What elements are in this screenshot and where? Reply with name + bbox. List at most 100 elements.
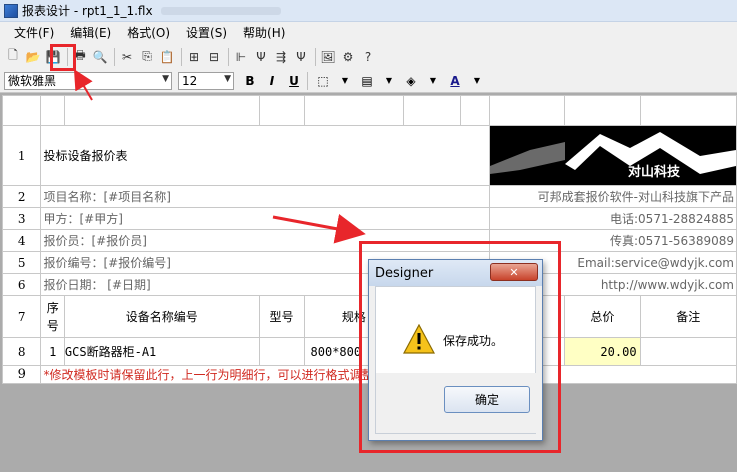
copy-icon[interactable]: ⎘	[138, 48, 156, 66]
row-number[interactable]: 4	[1, 229, 42, 252]
app-window: 报表设计 - rpt1_1_1.flx 文件(F) 编辑(E) 格式(O) 设置…	[0, 0, 737, 472]
row-number[interactable]: 8	[1, 337, 42, 366]
delete-col-icon[interactable]: Ψ	[252, 48, 270, 66]
dialog-message: 保存成功。	[443, 334, 504, 348]
font-name-value: 微软雅黑	[8, 74, 57, 88]
ok-button[interactable]: 确定	[444, 386, 530, 413]
column-header[interactable]	[63, 95, 260, 126]
column-header[interactable]	[564, 95, 641, 126]
column-header[interactable]	[639, 95, 737, 126]
chevron-down-icon[interactable]: ▼	[423, 72, 443, 90]
toolbar-separator	[228, 47, 229, 66]
border-icon[interactable]: ⬚	[313, 72, 333, 90]
split-icon[interactable]: Ψ	[292, 48, 310, 66]
paste-icon[interactable]: 📋	[158, 48, 176, 66]
row-number[interactable]: 7	[1, 295, 42, 338]
blurred-title-suffix	[160, 6, 281, 15]
column-header[interactable]	[258, 95, 305, 126]
menu-edit[interactable]: 编辑(E)	[62, 22, 119, 44]
format-toolbar: 微软雅黑 ▼ 12 ▼ B I U ⬚ ▼ ▤ ▼ ◈ ▼ A ▼	[0, 69, 737, 93]
table-row: 1 投标设备报价表 对山科技	[1, 125, 737, 186]
column-header[interactable]	[303, 95, 405, 126]
merge-icon[interactable]: ⇶	[272, 48, 290, 66]
header-seq[interactable]: 序号	[40, 295, 65, 338]
header-name[interactable]: 设备名称编号	[63, 295, 260, 338]
dialog-title: Designer	[375, 265, 434, 281]
menu-bar: 文件(F) 编辑(E) 格式(O) 设置(S) 帮助(H)	[0, 22, 737, 44]
chevron-down-icon[interactable]: ▼	[379, 72, 399, 90]
logo-text: 对山科技	[628, 164, 681, 180]
header-total[interactable]: 总价	[564, 295, 641, 338]
dialog-footer: 确定	[376, 373, 537, 433]
open-icon[interactable]: 📂	[24, 48, 42, 66]
row-number[interactable]: 5	[1, 251, 42, 274]
bold-button[interactable]: B	[240, 72, 260, 90]
report-title[interactable]: 投标设备报价表	[40, 125, 490, 186]
grid-corner	[1, 95, 42, 126]
row-number[interactable]: 1	[1, 125, 42, 186]
field-party-a[interactable]: 甲方：[#甲方]	[40, 207, 490, 230]
new-icon[interactable]: 🗋	[4, 48, 22, 66]
print-preview-icon[interactable]: 🔍	[91, 48, 109, 66]
font-size-value: 12	[182, 73, 198, 88]
cell-seq[interactable]: 1	[40, 337, 65, 366]
window-title: 报表设计 - rpt1_1_1.flx	[22, 4, 153, 18]
dialog-title-bar: Designer ✕	[369, 260, 542, 286]
underline-button[interactable]: U	[284, 72, 304, 90]
chevron-down-icon[interactable]: ▼	[335, 72, 355, 90]
fill-color-icon[interactable]: ◈	[401, 72, 421, 90]
help-icon[interactable]: ?	[359, 48, 377, 66]
font-name-select[interactable]: 微软雅黑 ▼	[4, 71, 172, 90]
chevron-down-icon: ▼	[224, 73, 231, 84]
app-icon	[4, 3, 18, 18]
toolbar-separator	[307, 71, 308, 90]
company-logo[interactable]: 对山科技	[488, 125, 737, 186]
column-header[interactable]	[40, 95, 65, 126]
mountain-logo-icon: 对山科技	[490, 126, 736, 182]
warning-icon	[403, 324, 435, 354]
image-icon[interactable]: 🖼	[319, 48, 337, 66]
chevron-down-icon: ▼	[162, 73, 169, 84]
row-number[interactable]: 6	[1, 273, 42, 296]
header-model[interactable]: 型号	[258, 295, 305, 338]
menu-help[interactable]: 帮助(H)	[235, 22, 293, 44]
font-color-icon[interactable]: A	[445, 72, 465, 90]
column-header[interactable]	[460, 95, 490, 126]
toolbar-separator	[114, 47, 115, 66]
properties-icon[interactable]: ⚙	[339, 48, 357, 66]
menu-settings[interactable]: 设置(S)	[178, 22, 235, 44]
cell-total[interactable]: 20.00	[564, 337, 641, 366]
chevron-down-icon[interactable]: ▼	[467, 72, 487, 90]
table-row: 2 项目名称：[#项目名称] 可邦成套报价软件-对山科技旗下产品	[1, 185, 737, 208]
menu-file[interactable]: 文件(F)	[6, 22, 62, 44]
save-highlight-box	[50, 44, 76, 71]
column-header-row	[1, 95, 737, 126]
row-number[interactable]: 3	[1, 207, 42, 230]
message-dialog: Designer ✕ 保存成功。 确定	[368, 259, 543, 441]
table-row: 3 甲方：[#甲方] 电话:0571-28824885	[1, 207, 737, 230]
toolbar-separator	[181, 47, 182, 66]
toolbar-separator	[315, 47, 316, 66]
header-note[interactable]: 备注	[639, 295, 737, 338]
menu-format[interactable]: 格式(O)	[119, 22, 178, 44]
cut-icon[interactable]: ✂	[118, 48, 136, 66]
contact-product[interactable]: 可邦成套报价软件-对山科技旗下产品	[488, 185, 737, 208]
cell-note[interactable]	[639, 337, 737, 366]
column-header[interactable]	[488, 95, 566, 126]
insert-col-icon[interactable]: ⊩	[232, 48, 250, 66]
align-icon[interactable]: ▤	[357, 72, 377, 90]
delete-row-icon[interactable]: ⊟	[205, 48, 223, 66]
row-number[interactable]: 2	[1, 185, 42, 208]
close-icon[interactable]: ✕	[490, 263, 538, 281]
column-header[interactable]	[403, 95, 462, 126]
contact-phone[interactable]: 电话:0571-28824885	[488, 207, 737, 230]
cell-name[interactable]: GCS断路器柜-A1	[63, 337, 260, 366]
italic-button[interactable]: I	[262, 72, 282, 90]
field-project-name[interactable]: 项目名称：[#项目名称]	[40, 185, 490, 208]
dialog-body: 保存成功。 确定	[375, 286, 537, 434]
row-number[interactable]: 9	[1, 365, 42, 384]
cell-model[interactable]	[258, 337, 305, 366]
font-size-select[interactable]: 12 ▼	[178, 71, 234, 90]
main-toolbar: 🗋 📂 💾 🖶 🔍 ✂ ⎘ 📋 ⊞ ⊟ ⊩ Ψ ⇶ Ψ 🖼 ⚙ ?	[0, 44, 737, 69]
insert-row-icon[interactable]: ⊞	[185, 48, 203, 66]
